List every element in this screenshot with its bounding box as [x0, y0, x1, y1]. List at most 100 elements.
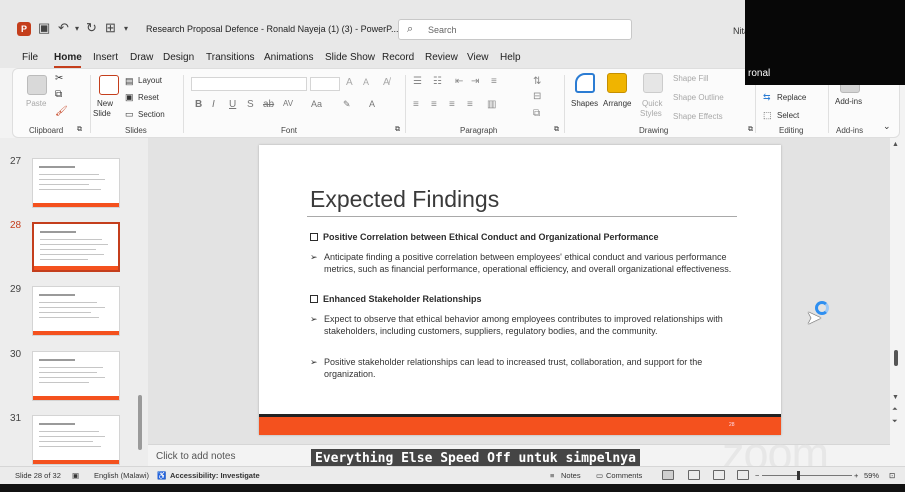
collapse-ribbon-icon[interactable]: ⌄: [883, 121, 891, 132]
justify-icon[interactable]: ≡: [467, 99, 473, 110]
fit-to-window-icon[interactable]: ⊡: [889, 471, 895, 480]
scrollbar-thumb[interactable]: [138, 395, 142, 450]
strikethrough-icon[interactable]: ab: [263, 99, 274, 110]
align-text-icon[interactable]: ⊟: [533, 91, 541, 102]
notes-toggle[interactable]: Notes: [561, 471, 581, 480]
change-case-icon[interactable]: Aa: [311, 99, 322, 109]
zoom-in-icon[interactable]: +: [854, 471, 858, 480]
tab-record[interactable]: Record: [382, 52, 414, 63]
bullets-icon[interactable]: ☰: [413, 76, 422, 87]
comments-icon[interactable]: ▭: [596, 471, 603, 480]
language-indicator[interactable]: English (Malawi): [94, 471, 149, 480]
replace-button[interactable]: Replace: [777, 93, 806, 102]
replace-icon[interactable]: ⇆: [763, 92, 771, 103]
tab-home[interactable]: Home: [54, 52, 82, 63]
section-button[interactable]: Section: [138, 110, 165, 119]
tab-draw[interactable]: Draw: [130, 52, 153, 63]
zoom-slider-knob[interactable]: [797, 471, 800, 480]
drawing-launcher-icon[interactable]: ⧉: [748, 126, 753, 134]
paragraph-launcher-icon[interactable]: ⧉: [554, 126, 559, 134]
italic-icon[interactable]: I: [212, 99, 215, 110]
shape-fill-button[interactable]: Shape Fill: [673, 74, 709, 83]
previous-slide-icon[interactable]: ⏶: [892, 406, 898, 414]
slide-show-button[interactable]: [737, 470, 749, 480]
new-slide-label-2[interactable]: Slide: [93, 109, 111, 118]
align-center-icon[interactable]: ≡: [431, 99, 437, 110]
select-icon[interactable]: ⬚: [763, 110, 772, 121]
zoom-slider[interactable]: [762, 475, 852, 476]
slide-sorter-button[interactable]: [688, 470, 700, 480]
tab-review[interactable]: Review: [425, 52, 458, 63]
tab-file[interactable]: File: [22, 52, 38, 63]
add-ins-button[interactable]: Add-ins: [835, 97, 862, 106]
shrink-font-icon[interactable]: A: [363, 77, 369, 87]
new-slide-label[interactable]: New: [97, 99, 113, 108]
slide-scrollbar[interactable]: ▲ ▼ ⏶ ⏷: [890, 138, 902, 466]
cut-icon[interactable]: ✂: [55, 73, 63, 84]
shapes-button[interactable]: Shapes: [571, 99, 598, 108]
shapes-icon[interactable]: [575, 73, 595, 93]
present-icon[interactable]: ⊞: [105, 20, 116, 36]
scroll-down-icon[interactable]: ▼: [892, 394, 899, 401]
arrange-button[interactable]: Arrange: [603, 99, 631, 108]
paste-icon[interactable]: [27, 75, 47, 95]
undo-icon[interactable]: ↶: [58, 20, 69, 36]
quick-styles-icon[interactable]: [643, 73, 663, 93]
increase-indent-icon[interactable]: ⇥: [471, 76, 479, 87]
redo-icon[interactable]: ↻: [86, 20, 97, 36]
autosave-toggle-icon[interactable]: ▣: [38, 20, 50, 36]
customize-toolbar-icon[interactable]: ▾: [124, 24, 128, 33]
font-color-icon[interactable]: A: [369, 99, 375, 109]
text-direction-icon[interactable]: ⇅: [533, 76, 541, 87]
layout-icon[interactable]: ▤: [125, 76, 134, 87]
comments-toggle[interactable]: Comments: [606, 471, 642, 480]
clipboard-launcher-icon[interactable]: ⧉: [77, 126, 82, 134]
tab-transitions[interactable]: Transitions: [206, 52, 255, 63]
tab-design[interactable]: Design: [163, 52, 194, 63]
next-slide-icon[interactable]: ⏷: [892, 418, 898, 426]
arrange-icon[interactable]: [607, 73, 627, 93]
notes-placeholder[interactable]: Click to add notes: [156, 451, 236, 462]
shape-effects-button[interactable]: Shape Effects: [673, 112, 723, 121]
accessibility-status[interactable]: Accessibility: Investigate: [170, 471, 260, 480]
section-icon[interactable]: ▭: [125, 109, 134, 120]
font-size-combo[interactable]: [310, 77, 340, 91]
highlight-icon[interactable]: ✎: [343, 99, 351, 110]
slide-title[interactable]: Expected Findings: [310, 186, 499, 213]
accessibility-icon[interactable]: ♿: [157, 471, 166, 480]
slide-thumbnail-selected[interactable]: [32, 222, 120, 272]
quick-styles-label-2[interactable]: Styles: [640, 109, 662, 118]
scroll-up-icon[interactable]: ▲: [892, 141, 899, 148]
align-right-icon[interactable]: ≡: [449, 99, 455, 110]
tab-help[interactable]: Help: [500, 52, 521, 63]
reading-view-button[interactable]: [713, 470, 725, 480]
line-spacing-icon[interactable]: ≡: [491, 76, 497, 87]
zoom-level[interactable]: 59%: [864, 471, 879, 480]
undo-dropdown-icon[interactable]: ▾: [75, 24, 79, 33]
tab-insert[interactable]: Insert: [93, 52, 118, 63]
shadow-icon[interactable]: S: [247, 99, 254, 110]
normal-view-button[interactable]: [662, 470, 674, 480]
current-slide[interactable]: Expected Findings Positive Correlation b…: [259, 145, 781, 435]
spelling-check-icon[interactable]: ▣: [72, 471, 79, 480]
slide-thumbnail[interactable]: [32, 158, 120, 208]
clear-formatting-icon[interactable]: A̸: [383, 77, 390, 88]
reset-button[interactable]: Reset: [138, 93, 159, 102]
grow-font-icon[interactable]: A: [346, 77, 353, 88]
tab-view[interactable]: View: [467, 52, 489, 63]
align-left-icon[interactable]: ≡: [413, 99, 419, 110]
character-spacing-icon[interactable]: AV: [283, 99, 293, 108]
shape-outline-button[interactable]: Shape Outline: [673, 93, 724, 102]
notes-toggle-icon[interactable]: ≡: [550, 471, 554, 480]
tab-animations[interactable]: Animations: [264, 52, 313, 63]
bold-icon[interactable]: B: [195, 99, 202, 110]
tab-slide-show[interactable]: Slide Show: [325, 52, 375, 63]
layout-button[interactable]: Layout: [138, 76, 162, 85]
scrollbar-thumb[interactable]: [894, 350, 898, 366]
search-input[interactable]: ⌕ Search: [398, 19, 632, 40]
decrease-indent-icon[interactable]: ⇤: [455, 76, 463, 87]
select-button[interactable]: Select: [777, 111, 799, 120]
numbering-icon[interactable]: ☷: [433, 76, 442, 87]
zoom-out-icon[interactable]: −: [755, 471, 759, 480]
underline-icon[interactable]: U: [229, 99, 236, 110]
